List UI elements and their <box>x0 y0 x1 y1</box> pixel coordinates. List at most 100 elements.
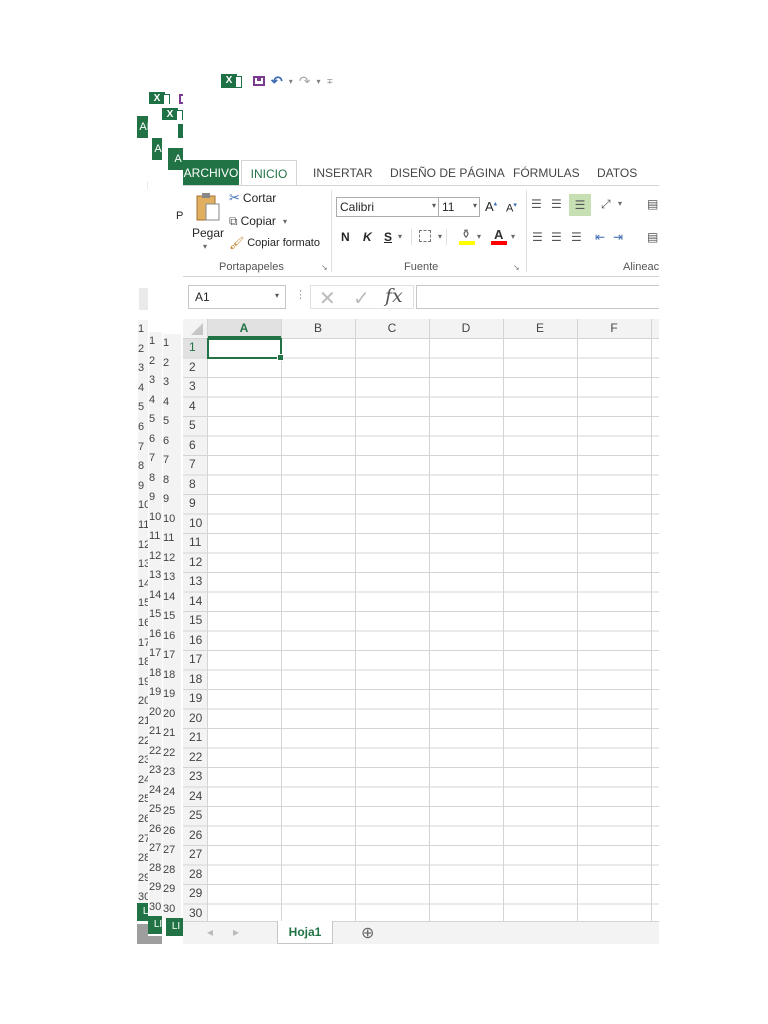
cut-button[interactable]: ✂ Cortar <box>229 190 276 206</box>
redo-dropdown-icon[interactable]: ▾ <box>316 77 320 86</box>
column-header-a[interactable]: A <box>207 319 281 338</box>
decrease-indent-icon[interactable]: ⇤ <box>595 230 605 244</box>
undo-icon[interactable]: ↶ <box>271 73 283 90</box>
borders-dropdown-icon[interactable]: ▾ <box>438 232 442 241</box>
row-header-9[interactable]: 9 <box>183 494 207 514</box>
underline-dropdown-icon[interactable]: ▾ <box>398 232 402 241</box>
clipboard-launcher-icon[interactable]: ↘ <box>321 263 328 272</box>
row-header-19[interactable]: 19 <box>183 689 207 709</box>
row-header-27[interactable]: 27 <box>183 845 207 865</box>
name-box[interactable]: A1 ▾ <box>188 285 286 309</box>
align-center-icon[interactable]: ☰ <box>551 230 562 244</box>
formula-input[interactable] <box>416 285 659 309</box>
align-top-icon[interactable]: ☰ <box>531 197 542 211</box>
row-header-17[interactable]: 17 <box>183 650 207 670</box>
fill-color-swatch <box>459 241 475 245</box>
row-header-1[interactable]: 1 <box>183 338 207 358</box>
tab-inicio[interactable]: INICIO <box>241 160 297 186</box>
row-header-8[interactable]: 8 <box>183 475 207 495</box>
row-header-22[interactable]: 22 <box>183 748 207 768</box>
bg-row-number: 16 <box>163 626 181 646</box>
italic-button[interactable]: K <box>363 230 372 244</box>
column-header-c[interactable]: C <box>355 319 429 338</box>
row-header-26[interactable]: 26 <box>183 826 207 846</box>
format-painter-button[interactable]: 🖌 Copiar formato <box>229 235 320 251</box>
row-header-11[interactable]: 11 <box>183 533 207 553</box>
row-header-23[interactable]: 23 <box>183 767 207 787</box>
row-header-15[interactable]: 15 <box>183 611 207 631</box>
row-header-24[interactable]: 24 <box>183 787 207 807</box>
insert-function-icon[interactable]: fx <box>385 285 403 307</box>
font-color-dropdown-icon[interactable]: ▾ <box>511 232 515 241</box>
row-header-29[interactable]: 29 <box>183 884 207 904</box>
font-color-button[interactable]: A <box>491 227 507 245</box>
shrink-font-button[interactable]: A▾ <box>506 201 517 215</box>
row-header-14[interactable]: 14 <box>183 592 207 612</box>
row-header-7[interactable]: 7 <box>183 455 207 475</box>
sheet-tab-hoja1[interactable]: Hoja1 <box>277 921 333 944</box>
redo-icon[interactable]: ↷ <box>299 73 311 90</box>
enter-icon[interactable]: ✓ <box>353 286 370 311</box>
row-header-10[interactable]: 10 <box>183 514 207 534</box>
column-header-d[interactable]: D <box>429 319 503 338</box>
copy-button[interactable]: ⧉ Copiar ▾ <box>229 213 287 229</box>
column-header-f[interactable]: F <box>577 319 651 338</box>
grow-font-button[interactable]: A▴ <box>485 199 497 214</box>
font-name-value: Calibri <box>340 200 375 214</box>
fill-handle[interactable] <box>277 353 284 361</box>
bg-row-number: 5 <box>163 412 181 432</box>
row-header-3[interactable]: 3 <box>183 377 207 397</box>
cancel-icon[interactable]: ✕ <box>319 286 336 311</box>
font-size-select[interactable]: 11 ▾ <box>439 197 480 217</box>
bg-row-number: 4 <box>163 392 181 412</box>
orientation-icon[interactable]: ⤢ <box>601 197 611 212</box>
copy-dropdown-icon[interactable]: ▾ <box>283 217 287 226</box>
selected-cell-a1[interactable] <box>207 338 284 361</box>
tab-formulas[interactable]: FÓRMULAS <box>513 160 580 186</box>
tab-diseno-pagina[interactable]: DISEÑO DE PÁGINA <box>390 160 505 186</box>
row-header-20[interactable]: 20 <box>183 709 207 729</box>
bold-button[interactable]: N <box>341 230 350 244</box>
row-header-13[interactable]: 13 <box>183 572 207 592</box>
undo-dropdown-icon[interactable]: ▾ <box>289 77 293 86</box>
underline-button[interactable]: S <box>384 230 392 244</box>
worksheet-grid[interactable]: ABCDEF 1 2 3 4 5 6 7 8 9 10 11 12 13 14 15 16 17 18 19 20 21… <box>183 319 659 921</box>
row-header-21[interactable]: 21 <box>183 728 207 748</box>
fill-dropdown-icon[interactable]: ▾ <box>477 232 481 241</box>
increase-indent-icon[interactable]: ⇥ <box>613 230 623 244</box>
tab-insertar[interactable]: INSERTAR <box>313 160 373 186</box>
excel-icon: X <box>221 74 242 88</box>
paste-label[interactable]: Pegar <box>192 226 224 240</box>
row-header-4[interactable]: 4 <box>183 397 207 417</box>
paste-button[interactable] <box>195 192 221 222</box>
customize-qat-icon[interactable]: ∓ <box>327 77 334 86</box>
row-header-28[interactable]: 28 <box>183 865 207 885</box>
row-header-16[interactable]: 16 <box>183 631 207 651</box>
prev-sheet-icon[interactable]: ◂ <box>207 925 213 939</box>
wrap-text-icon[interactable]: ▤ <box>647 197 658 211</box>
font-name-select[interactable]: Calibri ▾ <box>336 197 439 217</box>
align-left-icon[interactable]: ☰ <box>532 230 543 244</box>
row-header-12[interactable]: 12 <box>183 553 207 573</box>
column-header-e[interactable]: E <box>503 319 577 338</box>
save-icon[interactable] <box>253 76 265 86</box>
row-header-18[interactable]: 18 <box>183 670 207 690</box>
fill-color-button[interactable]: ⚱ <box>459 227 475 245</box>
row-header-2[interactable]: 2 <box>183 358 207 378</box>
borders-icon[interactable] <box>419 230 431 242</box>
next-sheet-icon[interactable]: ▸ <box>233 925 239 939</box>
tab-archivo[interactable]: ARCHIVO <box>183 160 239 186</box>
row-header-6[interactable]: 6 <box>183 436 207 456</box>
paste-dropdown-icon[interactable]: ▾ <box>203 242 207 251</box>
row-header-25[interactable]: 25 <box>183 806 207 826</box>
merge-icon[interactable]: ▤ <box>647 230 658 244</box>
column-header-b[interactable]: B <box>281 319 355 338</box>
tab-datos[interactable]: DATOS <box>597 160 637 186</box>
orientation-dropdown-icon[interactable]: ▾ <box>618 199 622 208</box>
add-sheet-icon[interactable]: ⊕ <box>361 923 374 943</box>
align-right-icon[interactable]: ☰ <box>571 230 582 244</box>
row-header-5[interactable]: 5 <box>183 416 207 436</box>
font-launcher-icon[interactable]: ↘ <box>513 263 520 272</box>
align-middle-icon[interactable]: ☰ <box>551 197 562 211</box>
align-bottom-icon[interactable]: ☰ <box>569 194 591 216</box>
